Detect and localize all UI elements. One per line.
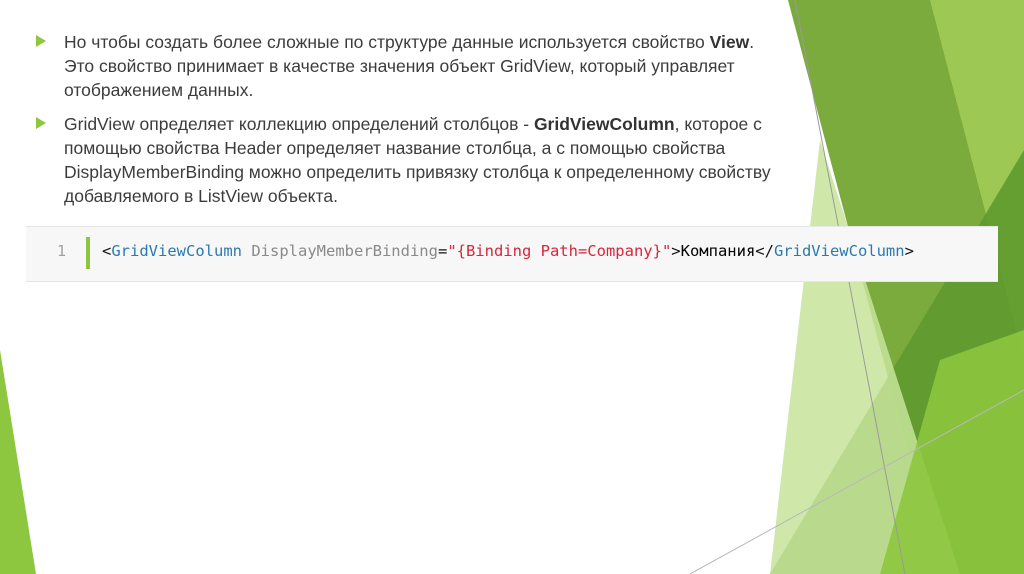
bullet-text-part: GridView определяет коллекцию определени… — [64, 114, 534, 134]
code-token: DisplayMemberBinding — [242, 242, 438, 260]
line-number: 1 — [56, 242, 66, 260]
bullet-item: GridView определяет коллекцию определени… — [36, 112, 786, 208]
code-block: 1 <GridViewColumn DisplayMemberBinding="… — [26, 226, 998, 282]
left-green-triangle — [0, 350, 36, 574]
bullet-item: Но чтобы создать более сложные по структ… — [36, 30, 786, 102]
code-token: < — [102, 242, 112, 260]
bullet-text-bold: GridViewColumn — [533, 114, 675, 134]
bullet-list: Но чтобы создать более сложные по структ… — [36, 30, 786, 218]
bullet-text: GridView определяет коллекцию определени… — [64, 112, 786, 208]
bullet-text-bold: View — [709, 32, 750, 52]
code-token: Компания — [680, 242, 756, 260]
bullet-text: Но чтобы создать более сложные по структ… — [64, 30, 786, 102]
code-token: = — [437, 242, 448, 260]
triangle-bullet-icon — [36, 35, 46, 47]
bullet-text-part: Но чтобы создать более сложные по структ… — [64, 32, 710, 52]
triangle-bullet-icon — [36, 117, 46, 129]
code-token: GridViewColumn — [773, 242, 905, 260]
code-gutter-bar — [86, 237, 90, 269]
code-token: "{Binding Path=Company}" — [447, 242, 672, 260]
code-token: </ — [755, 242, 774, 260]
code-token: GridViewColumn — [111, 242, 242, 260]
code-line: <GridViewColumn DisplayMemberBinding="{B… — [102, 227, 914, 281]
code-token: > — [904, 242, 914, 260]
code-token: > — [671, 242, 681, 260]
